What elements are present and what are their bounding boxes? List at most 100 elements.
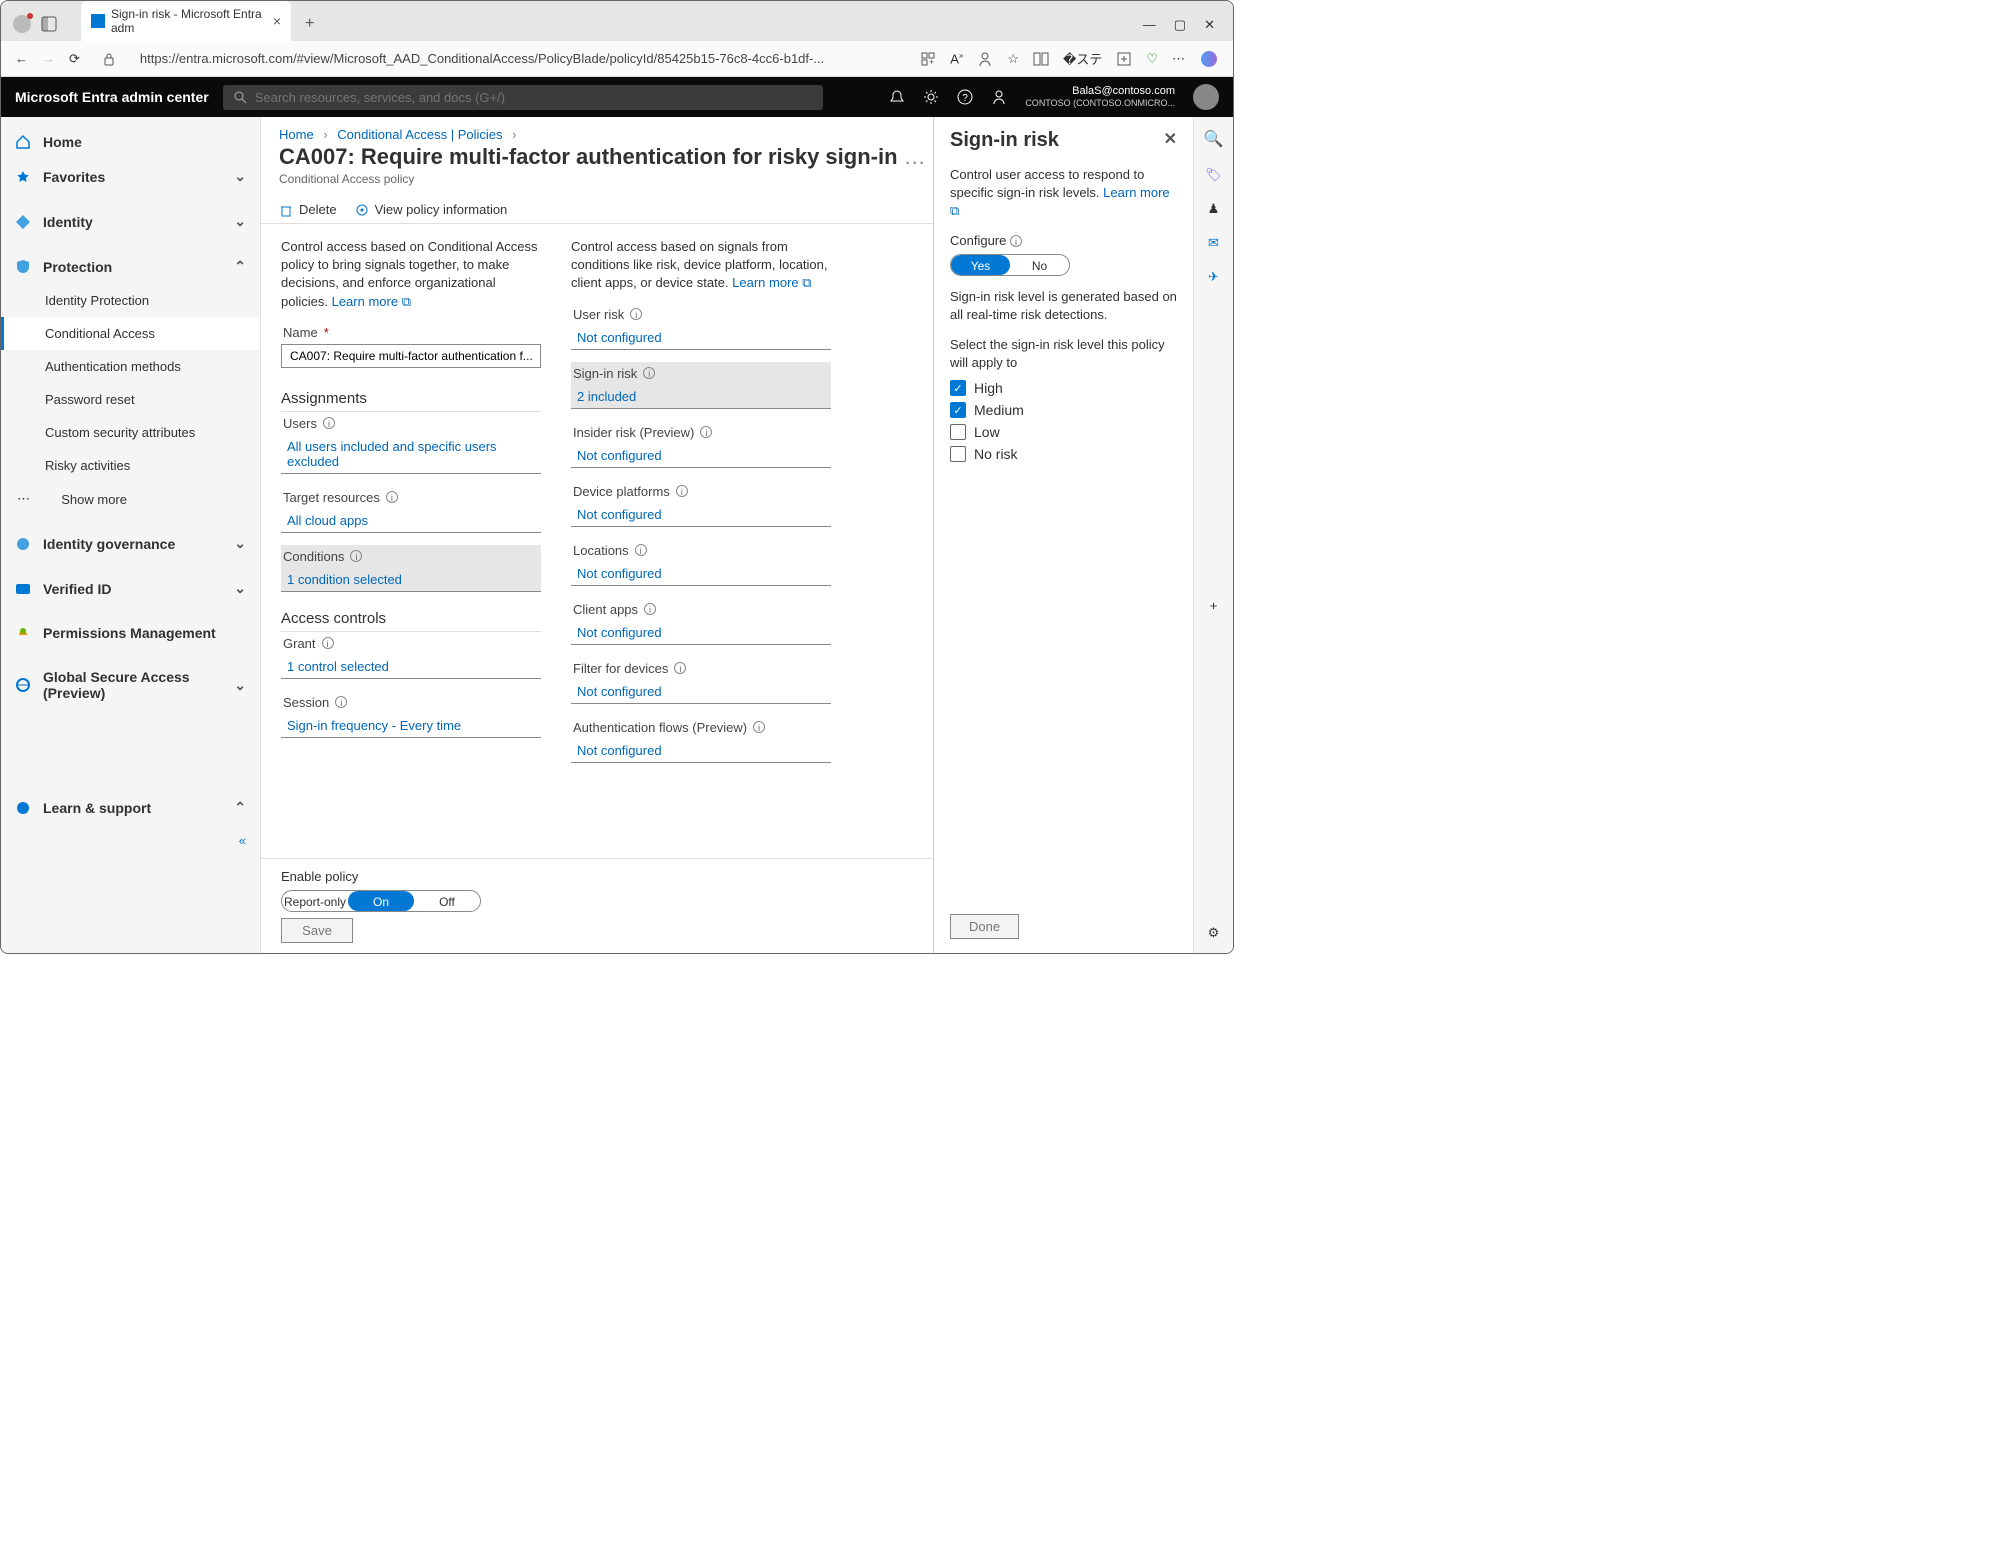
nav-learn-support[interactable]: Learn & support⌃ (1, 790, 260, 825)
nav-auth-methods[interactable]: Authentication methods (1, 350, 260, 383)
enable-report-only[interactable]: Report-only (282, 891, 348, 911)
info-icon[interactable]: i (630, 308, 642, 320)
back-icon[interactable]: ← (15, 51, 28, 66)
view-policy-info-button[interactable]: View policy information (355, 202, 508, 217)
account-info[interactable]: BalaS@contoso.com CONTOSO (CONTOSO.ONMIC… (1025, 85, 1175, 109)
info-icon[interactable]: i (323, 417, 335, 429)
client-apps-value[interactable]: Not configured (571, 621, 831, 644)
configure-toggle[interactable]: Yes No (950, 254, 1070, 276)
search-icon[interactable]: 🔍 (1204, 129, 1224, 149)
user-risk-value[interactable]: Not configured (571, 326, 831, 349)
info-icon[interactable]: i (322, 637, 334, 649)
targets-value[interactable]: All cloud apps (281, 509, 541, 532)
toggle-yes[interactable]: Yes (951, 255, 1010, 275)
search-box[interactable] (223, 85, 823, 110)
split-icon[interactable] (1033, 51, 1049, 67)
info-icon[interactable]: i (335, 696, 347, 708)
risk-opt-norisk[interactable]: No risk (950, 446, 1177, 462)
learn-more-link[interactable]: Learn more ⧉ (332, 294, 411, 309)
tag-icon[interactable]: 🏷 (1205, 167, 1222, 183)
nav-identity[interactable]: Identity⌄ (1, 204, 260, 239)
done-button[interactable]: Done (950, 914, 1019, 939)
refresh-icon[interactable]: ⟳ (69, 51, 80, 67)
more-icon[interactable]: ⋯ (1172, 51, 1185, 67)
maximize-icon[interactable]: ▢ (1174, 17, 1186, 33)
nav-show-more[interactable]: ⋯ Show more (1, 482, 260, 516)
read-aloud-icon[interactable]: A» (950, 51, 963, 66)
session-value[interactable]: Sign-in frequency - Every time (281, 714, 541, 737)
info-icon[interactable]: i (350, 550, 362, 562)
brand[interactable]: Microsoft Entra admin center (15, 89, 209, 105)
delete-button[interactable]: Delete (279, 202, 337, 217)
info-icon[interactable]: i (1010, 235, 1022, 247)
nav-global-secure-access[interactable]: Global Secure Access (Preview)⌄ (1, 660, 260, 710)
new-tab-icon[interactable]: + (291, 7, 328, 41)
info-icon[interactable]: i (700, 426, 712, 438)
learn-more-link[interactable]: Learn more ⧉ (732, 275, 811, 290)
risk-opt-medium[interactable]: ✓Medium (950, 402, 1177, 418)
info-icon[interactable]: i (676, 485, 688, 497)
locations-value[interactable]: Not configured (571, 562, 831, 585)
nav-permissions-mgmt[interactable]: Permissions Management (1, 616, 260, 650)
info-icon[interactable]: i (753, 721, 765, 733)
outlook-icon[interactable]: ✉ (1208, 235, 1219, 251)
lock-icon[interactable] (102, 52, 116, 66)
grant-value[interactable]: 1 control selected (281, 655, 541, 678)
gear-icon[interactable]: ⚙ (1208, 925, 1220, 941)
favorites-icon[interactable]: �ステ (1063, 49, 1102, 68)
enable-on[interactable]: On (348, 891, 414, 911)
collapse-nav-icon[interactable]: « (1, 825, 260, 856)
info-icon[interactable]: i (674, 662, 686, 674)
nav-identity-governance[interactable]: Identity governance⌄ (1, 526, 260, 561)
performance-icon[interactable]: ♡ (1146, 51, 1158, 67)
copilot-icon[interactable] (1199, 49, 1219, 69)
settings-icon[interactable] (923, 89, 939, 105)
enable-off[interactable]: Off (414, 891, 480, 911)
profile-icon[interactable] (13, 15, 31, 33)
star-icon[interactable]: ☆ (1007, 51, 1019, 67)
info-icon[interactable]: i (643, 367, 655, 379)
nav-risky-activities[interactable]: Risky activities (1, 449, 260, 482)
notifications-icon[interactable] (889, 89, 905, 105)
info-icon[interactable]: i (386, 491, 398, 503)
workspaces-icon[interactable] (41, 16, 57, 32)
insider-risk-value[interactable]: Not configured (571, 444, 831, 467)
filter-devices-value[interactable]: Not configured (571, 680, 831, 703)
nav-favorites[interactable]: Favorites⌄ (1, 159, 260, 194)
toggle-no[interactable]: No (1010, 255, 1069, 275)
info-icon[interactable]: i (635, 544, 647, 556)
save-button[interactable]: Save (281, 918, 353, 943)
search-input[interactable] (253, 89, 813, 106)
enable-policy-toggle[interactable]: Report-only On Off (281, 890, 481, 912)
authflows-value[interactable]: Not configured (571, 739, 831, 762)
add-icon[interactable]: + (1210, 598, 1218, 613)
conditions-value[interactable]: 1 condition selected (281, 568, 541, 591)
nav-password-reset[interactable]: Password reset (1, 383, 260, 416)
collections-icon[interactable] (1116, 51, 1132, 67)
nav-home[interactable]: Home (1, 125, 260, 159)
person-icon[interactable] (977, 51, 993, 67)
url-field[interactable]: https://entra.microsoft.com/#view/Micros… (130, 51, 906, 66)
help-icon[interactable]: ? (957, 89, 973, 105)
info-icon[interactable]: i (644, 603, 656, 615)
policy-name-input[interactable] (281, 344, 541, 368)
risk-opt-low[interactable]: Low (950, 424, 1177, 440)
browser-tab[interactable]: Sign-in risk - Microsoft Entra adm × (81, 1, 291, 41)
close-panel-icon[interactable]: ✕ (1164, 129, 1177, 152)
risk-opt-high[interactable]: ✓High (950, 380, 1177, 396)
avatar[interactable] (1193, 84, 1219, 110)
extensions-icon[interactable]: + (920, 51, 936, 67)
signin-risk-value[interactable]: 2 included (571, 385, 831, 408)
chess-icon[interactable]: ♟ (1208, 201, 1220, 217)
users-value[interactable]: All users included and specific users ex… (281, 435, 541, 473)
device-platforms-value[interactable]: Not configured (571, 503, 831, 526)
close-window-icon[interactable]: ✕ (1204, 17, 1215, 33)
nav-identity-protection[interactable]: Identity Protection (1, 284, 260, 317)
nav-verified-id[interactable]: Verified ID⌄ (1, 571, 260, 606)
feedback-icon[interactable] (991, 89, 1007, 105)
nav-protection[interactable]: Protection⌃ (1, 249, 260, 284)
close-tab-icon[interactable]: × (273, 13, 281, 29)
crumb-ca-policies[interactable]: Conditional Access | Policies (337, 127, 502, 142)
send-icon[interactable]: ✈ (1208, 269, 1219, 285)
crumb-home[interactable]: Home (279, 127, 314, 142)
